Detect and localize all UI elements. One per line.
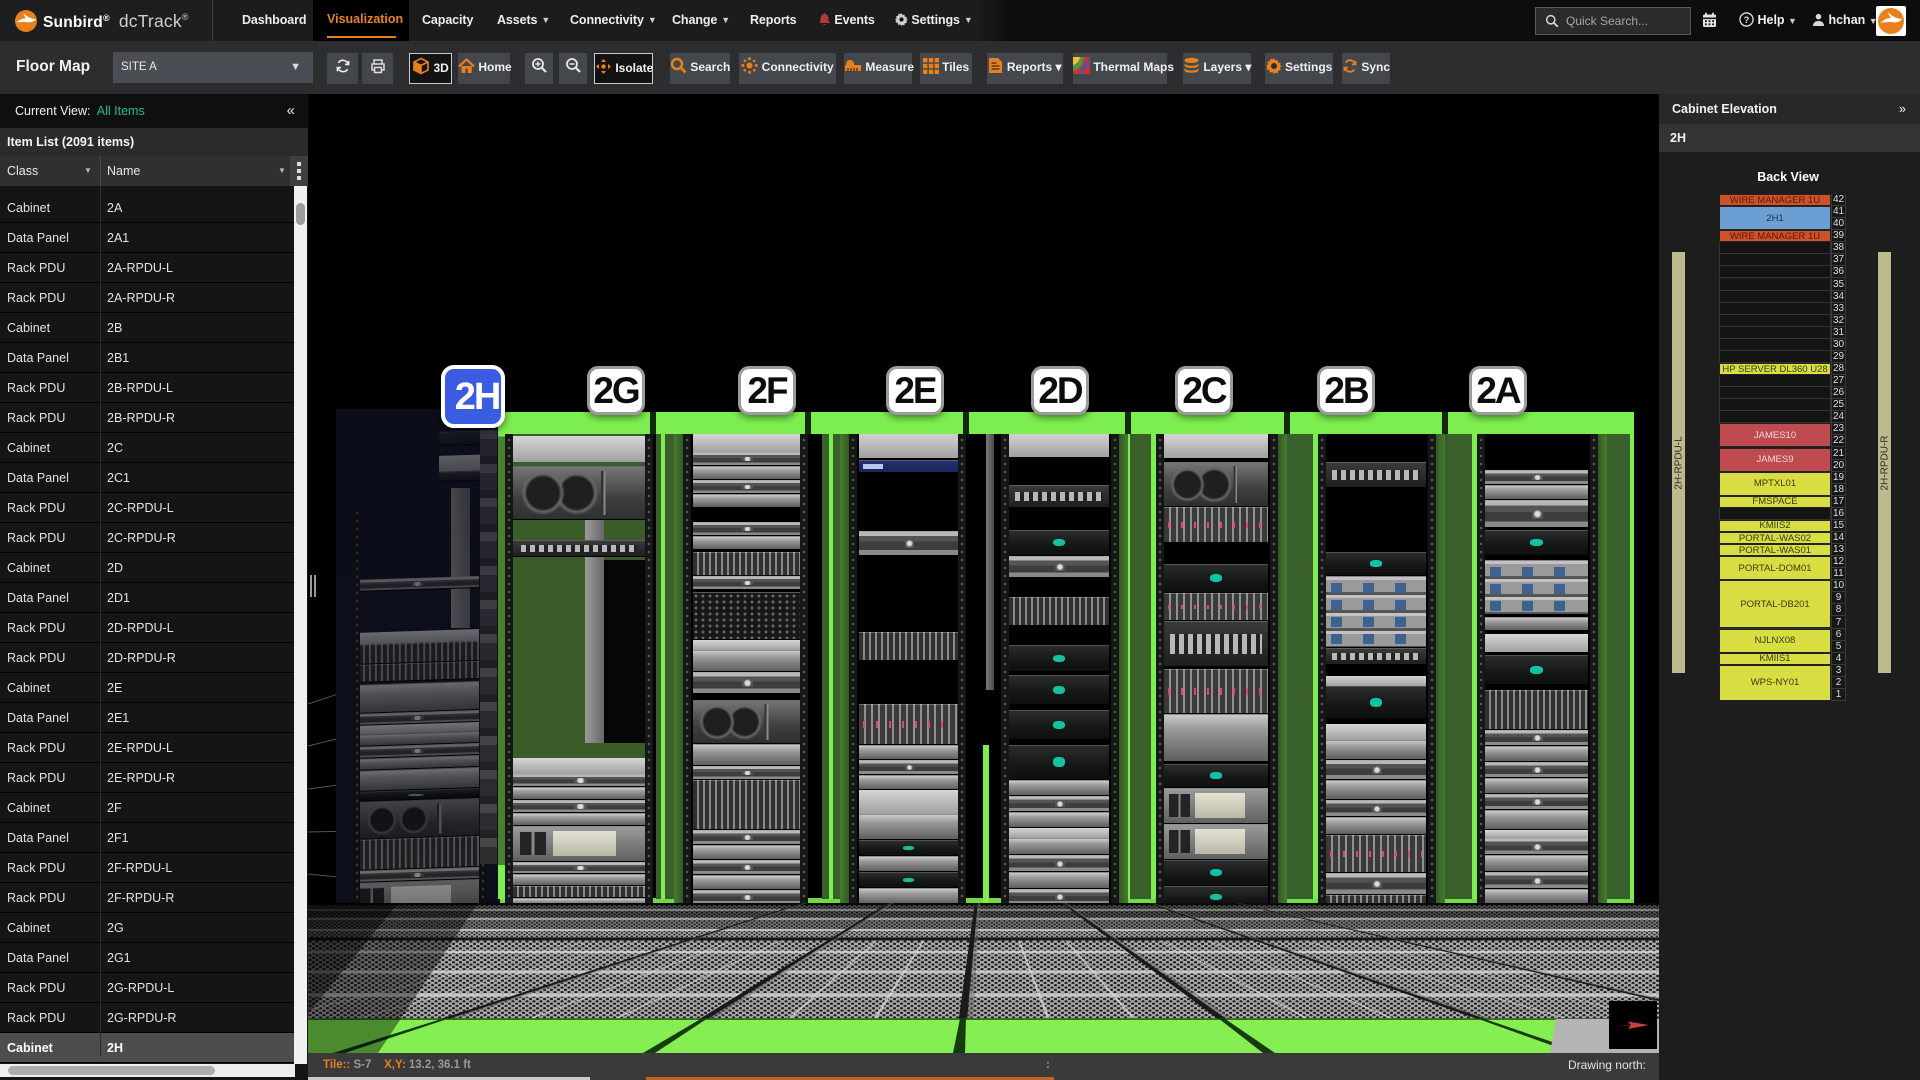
svg-text:?: ? xyxy=(1744,15,1750,25)
